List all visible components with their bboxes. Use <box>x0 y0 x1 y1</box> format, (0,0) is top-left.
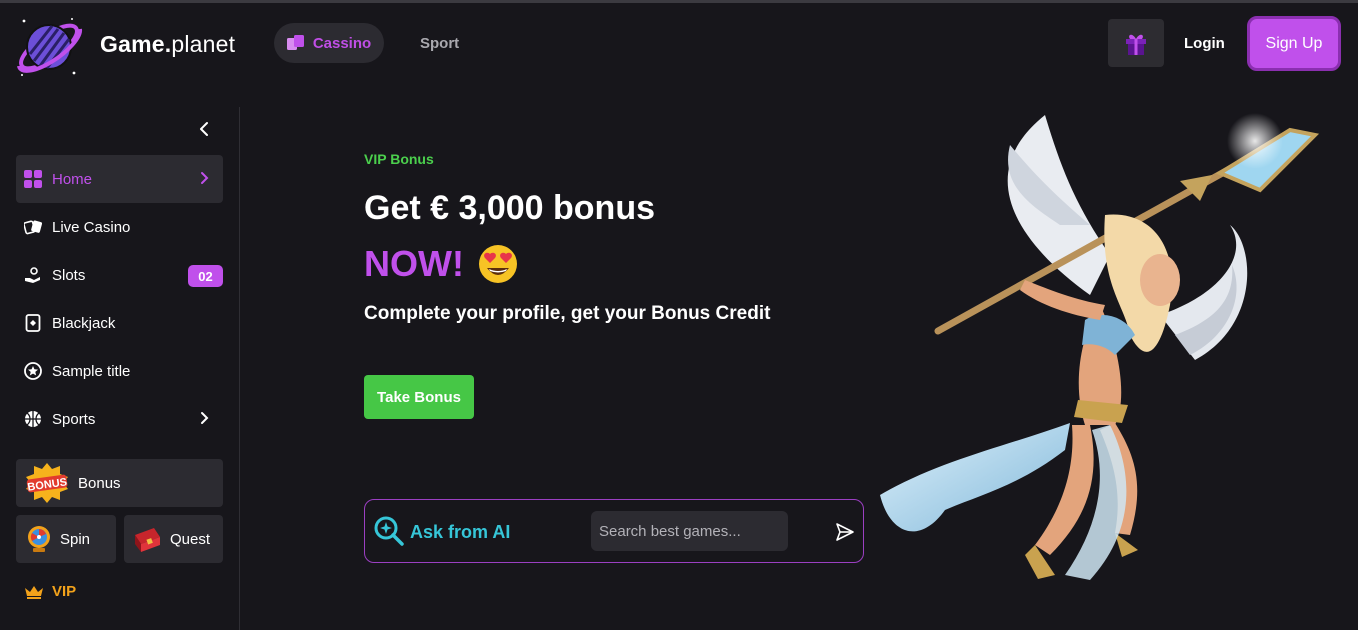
heart-eyes-emoji-icon <box>478 245 517 283</box>
hero-title: Get € 3,000 bonus <box>364 189 655 227</box>
take-bonus-button[interactable]: Take Bonus <box>364 375 474 419</box>
slots-hand-icon <box>24 266 42 284</box>
spin-tile[interactable]: Spin <box>16 515 116 563</box>
sidebar-divider <box>239 107 240 630</box>
sidebar-item-home-label: Home <box>52 170 93 188</box>
cards-icon <box>24 218 42 236</box>
ai-search-label: Ask from AI <box>410 522 511 542</box>
collapse-sidebar-chevron-icon[interactable] <box>196 120 214 138</box>
angel-warrior-illustration <box>880 113 1320 580</box>
sidebar-item-blackjack[interactable]: Blackjack <box>16 299 223 347</box>
sidebar-item-sports[interactable]: Sports <box>16 395 223 443</box>
brand-name[interactable]: Game.planet <box>100 31 235 58</box>
slots-count-badge: 02 <box>188 265 223 287</box>
hero-subtitle: Complete your profile, get your Bonus Cr… <box>364 303 771 324</box>
sidebar-item-live-casino[interactable]: Live Casino <box>16 203 223 251</box>
wheel-icon <box>28 526 50 552</box>
quest-tile[interactable]: Quest <box>124 515 223 563</box>
gift-icon <box>1126 34 1146 55</box>
vip-label: VIP <box>52 583 77 600</box>
hero-highlight-text: NOW! <box>364 243 464 284</box>
sidebar-item-sample-title[interactable]: Sample title <box>16 347 223 395</box>
nav-tab-cassino[interactable]: Cassino <box>274 23 384 63</box>
send-icon[interactable] <box>835 522 855 542</box>
top-header: Game.planet Cassino Sport Login Sign Up <box>0 3 1358 87</box>
sidebar-item-sample-title-label: Sample title <box>52 362 131 380</box>
nav-tab-sport[interactable]: Sport <box>420 35 459 52</box>
sidebar: Home Live Casino Slots 02 Blackjack Samp… <box>0 87 240 630</box>
hero-eyebrow: VIP Bonus <box>364 151 434 167</box>
signup-button[interactable]: Sign Up <box>1247 16 1341 71</box>
bonus-tile-label: Bonus <box>78 474 121 492</box>
cassino-tab-icon <box>286 35 304 50</box>
login-button[interactable]: Login <box>1184 35 1225 52</box>
sidebar-item-slots[interactable]: Slots 02 <box>16 251 223 299</box>
ai-search-sparkle-icon <box>374 516 404 546</box>
star-circle-icon <box>24 362 42 380</box>
ai-search-input[interactable] <box>591 511 788 551</box>
sidebar-item-slots-label: Slots <box>52 266 86 284</box>
sidebar-item-live-casino-label: Live Casino <box>52 218 131 236</box>
sidebar-item-sports-label: Sports <box>52 410 96 428</box>
planet-logo-icon[interactable] <box>14 11 84 81</box>
chevron-right-icon <box>201 172 209 184</box>
bonus-badge-icon: BONUS <box>26 463 68 503</box>
sidebar-item-home[interactable]: Home <box>16 155 223 203</box>
nav-tab-cassino-label: Cassino <box>312 34 372 52</box>
treasure-chest-icon <box>135 528 160 552</box>
gift-button[interactable] <box>1108 19 1164 67</box>
vip-link[interactable]: VIP <box>24 583 76 600</box>
grid-icon <box>24 170 42 188</box>
sidebar-item-blackjack-label: Blackjack <box>52 314 116 332</box>
bonus-tile[interactable]: BONUS Bonus <box>16 459 223 507</box>
chevron-right-icon <box>201 412 209 424</box>
ai-search-bar: Ask from AI <box>364 499 864 563</box>
card-icon <box>24 314 42 332</box>
crown-icon <box>25 585 43 599</box>
quest-tile-label: Quest <box>170 530 211 548</box>
hero-highlight: NOW! <box>364 243 518 285</box>
spin-tile-label: Spin <box>60 530 91 548</box>
basketball-icon <box>24 410 42 428</box>
